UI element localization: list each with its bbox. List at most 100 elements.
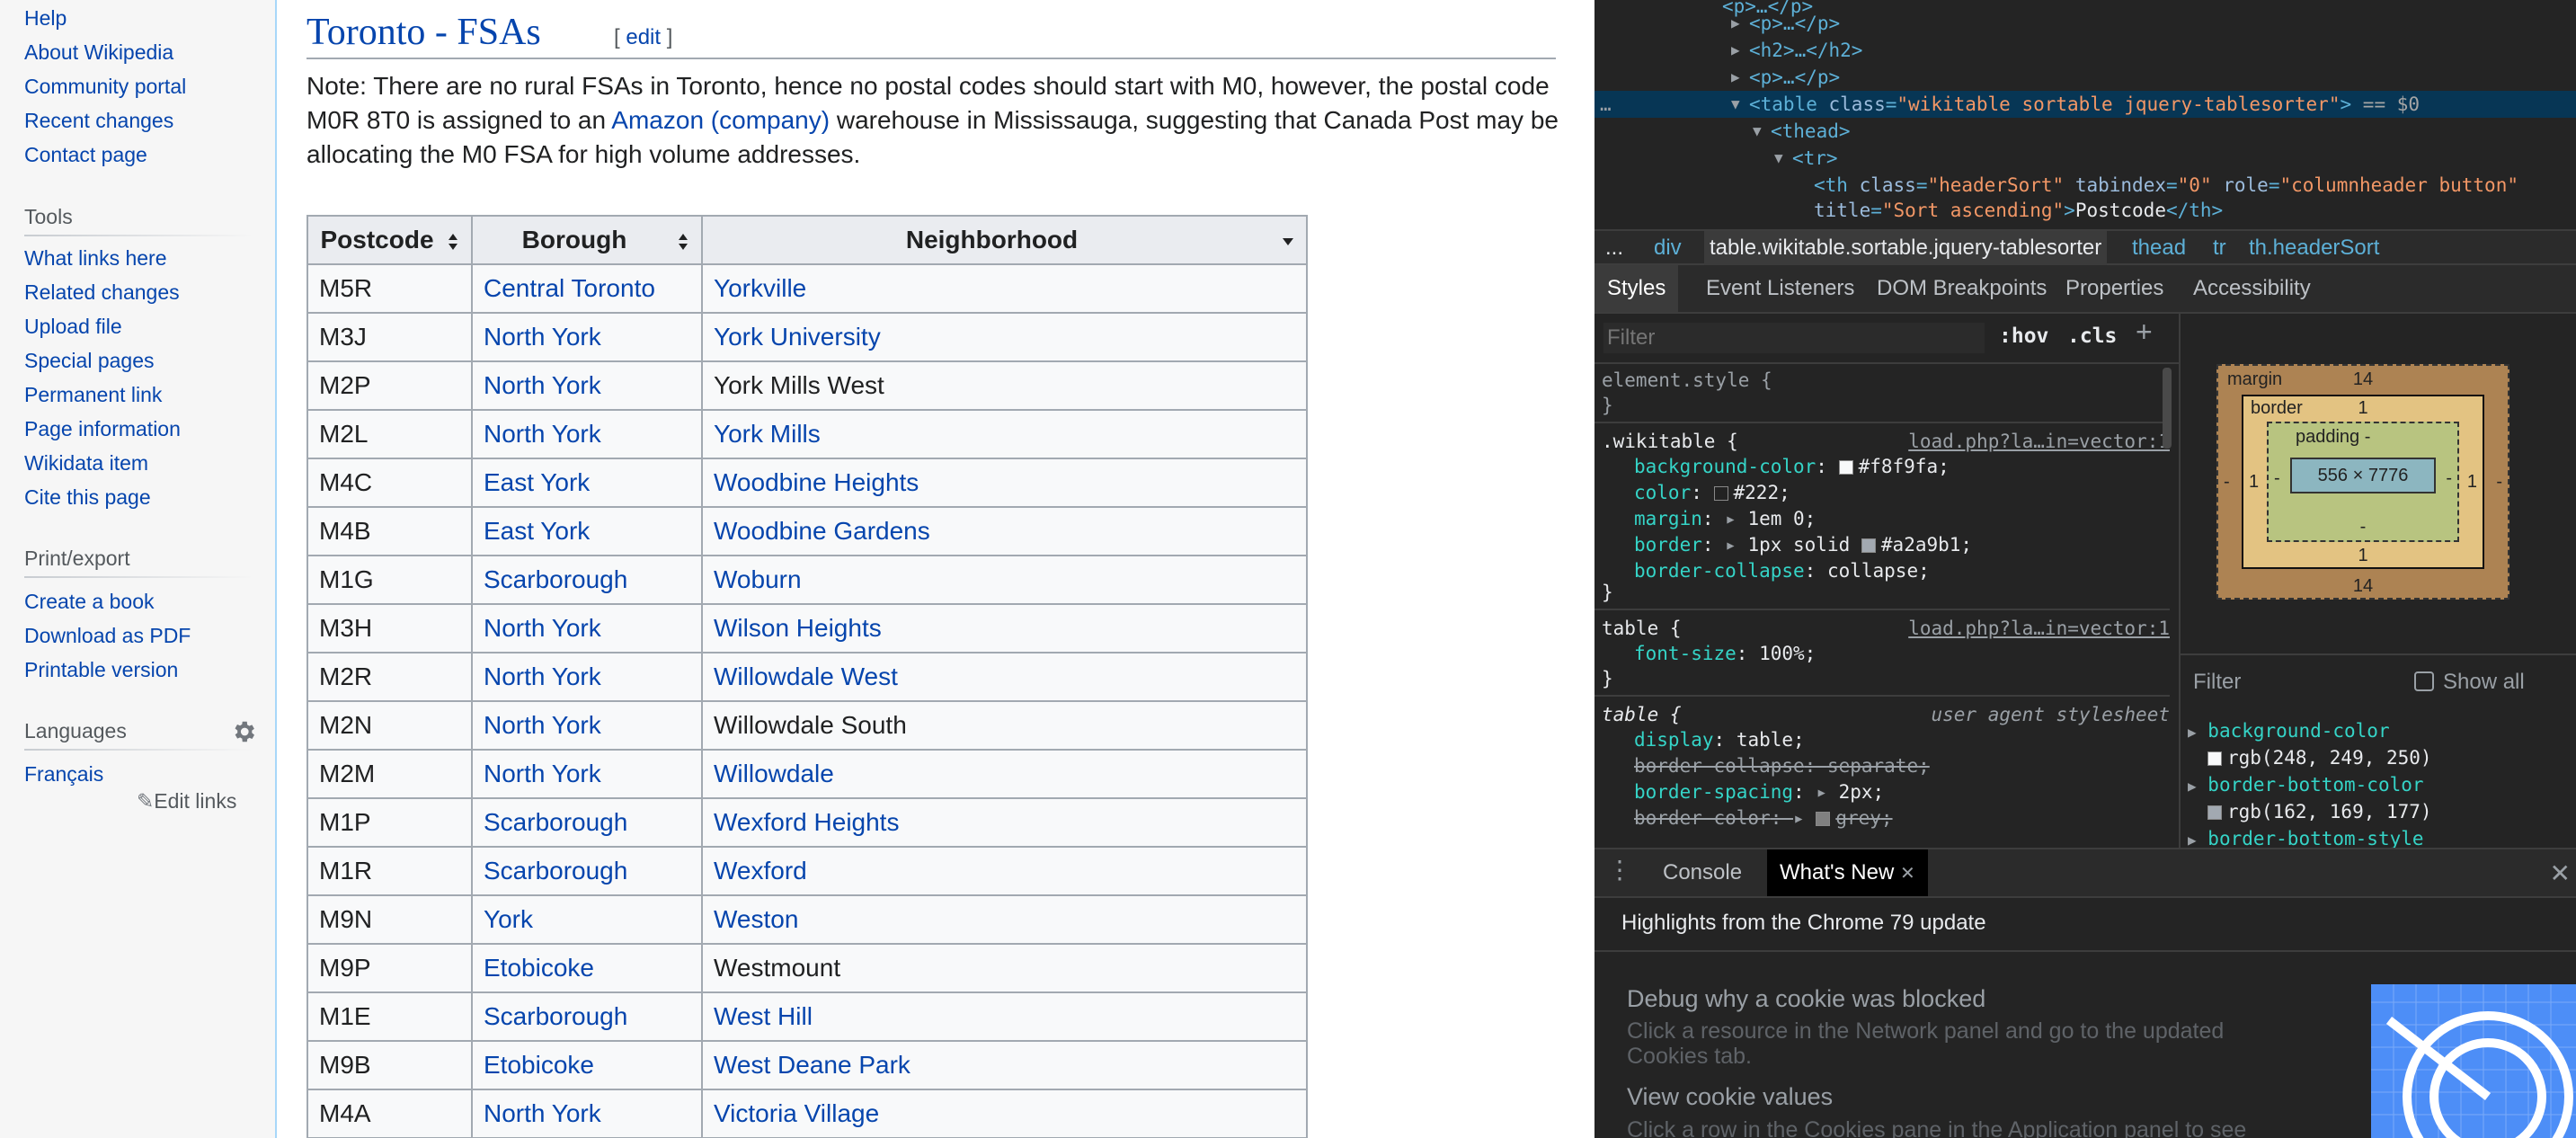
cell-borough-link[interactable]: Central Toronto: [484, 274, 655, 302]
section-edit-link[interactable]: edit: [626, 25, 661, 49]
css-declaration[interactable]: font-size: 100%;: [1634, 641, 1816, 666]
tab-console[interactable]: Console: [1650, 849, 1754, 896]
expand-triangle-icon[interactable]: ▸: [1793, 807, 1816, 829]
tab-event-listeners[interactable]: Event Listeners: [1693, 265, 1867, 312]
dom-node-h2[interactable]: ▶ <h2>…</h2>: [1594, 37, 2576, 64]
cell-borough-link[interactable]: York: [484, 905, 533, 933]
dom-node-thead[interactable]: ▼ <thead>: [1594, 118, 2576, 145]
sidebar-link-recent-changes[interactable]: Recent changes: [24, 109, 173, 133]
tab-dom-breakpoints[interactable]: DOM Breakpoints: [1864, 265, 2059, 312]
css-declaration[interactable]: border-collapse: separate;: [1634, 753, 1930, 778]
cell-borough-link[interactable]: North York: [484, 614, 601, 642]
show-all-checkbox[interactable]: [2414, 671, 2434, 691]
css-declaration[interactable]: border-color: ▸ grey;: [1634, 805, 1893, 831]
breadcrumb-item-thead[interactable]: thead: [2132, 231, 2186, 265]
cell-neighborhood-link[interactable]: Woodbine Gardens: [714, 517, 930, 545]
css-declaration[interactable]: display: table;: [1634, 727, 1805, 752]
sidebar-link-help[interactable]: Help: [24, 6, 67, 31]
css-declaration[interactable]: border-spacing: ▸ 2px;: [1634, 779, 1884, 805]
sidebar-link-related-changes[interactable]: Related changes: [24, 280, 180, 305]
cell-borough-link[interactable]: North York: [484, 1099, 601, 1127]
css-declaration[interactable]: background-color: #f8f9fa;: [1634, 454, 1950, 479]
cell-borough-link[interactable]: North York: [484, 323, 601, 351]
computed-property[interactable]: ▶ background-color rgb(248, 249, 250): [2188, 718, 2565, 769]
css-declaration[interactable]: margin: ▸ 1em 0;: [1634, 506, 1816, 531]
sidebar-link-upload-file[interactable]: Upload file: [24, 315, 122, 339]
styles-scrollbar[interactable]: [2163, 368, 2172, 449]
cell-borough-link[interactable]: Scarborough: [484, 565, 627, 593]
cell-borough-link[interactable]: Scarborough: [484, 857, 627, 885]
column-header-postcode[interactable]: Postcode: [306, 215, 473, 265]
rule-ua-table-selector[interactable]: table {: [1602, 702, 1682, 727]
cell-borough-link[interactable]: East York: [484, 517, 590, 545]
breadcrumb-item-tr[interactable]: tr: [2213, 231, 2226, 265]
expand-triangle-icon[interactable]: ▸: [1816, 781, 1838, 803]
cell-neighborhood-link[interactable]: Wexford Heights: [714, 808, 899, 836]
cell-borough-link[interactable]: Scarborough: [484, 808, 627, 836]
dom-node-tr[interactable]: ▼ <tr>: [1594, 145, 2576, 172]
color-swatch-icon[interactable]: [1861, 538, 1876, 553]
element-style-rule[interactable]: element.style {: [1602, 368, 1772, 393]
color-swatch-icon[interactable]: [1816, 812, 1831, 826]
news-item-title[interactable]: View cookie values: [1627, 1083, 1833, 1111]
rule-wikitable-selector[interactable]: .wikitable {: [1602, 429, 1738, 454]
css-declaration[interactable]: color: #222;: [1634, 480, 1790, 505]
cell-borough-link[interactable]: North York: [484, 662, 601, 690]
styles-filter-input[interactable]: [1603, 323, 1985, 353]
css-declaration[interactable]: border-collapse: collapse;: [1634, 558, 1930, 583]
sidebar-link-wikidata-item[interactable]: Wikidata item: [24, 451, 148, 476]
gear-icon[interactable]: [230, 718, 257, 745]
rule-source-link[interactable]: load.php?la…in=vector:1: [1908, 618, 2170, 639]
dom-node-p[interactable]: ▶ <p>…</p>: [1594, 10, 2576, 37]
dom-node-th[interactable]: <th class="headerSort" tabindex="0" role…: [1594, 172, 2576, 199]
column-header-neighborhood[interactable]: Neighborhood: [701, 215, 1308, 265]
cell-neighborhood-link[interactable]: Weston: [714, 905, 798, 933]
box-margin[interactable]: margin 14 14 - - border 1 1 1 1 padding …: [2216, 364, 2509, 600]
tab-styles[interactable]: Styles: [1594, 265, 1679, 312]
sidebar-link-francais[interactable]: Français: [24, 762, 103, 787]
breadcrumb-item-th[interactable]: th.headerSort: [2249, 231, 2379, 265]
expand-triangle-icon[interactable]: ▶: [2188, 831, 2197, 848]
breadcrumb-item-div[interactable]: div: [1654, 231, 1682, 265]
close-tab-icon[interactable]: ✕: [1900, 864, 1915, 884]
expand-triangle-icon[interactable]: ▸: [1725, 508, 1747, 529]
cell-neighborhood-link[interactable]: Wilson Heights: [714, 614, 882, 642]
cell-neighborhood-link[interactable]: Willowdale: [714, 760, 834, 787]
sidebar-link-printable-version[interactable]: Printable version: [24, 658, 178, 682]
tab-whats-new[interactable]: What's New ✕: [1767, 849, 1928, 896]
cell-borough-link[interactable]: North York: [484, 371, 601, 399]
expand-triangle-icon[interactable]: ▶: [2188, 724, 2197, 741]
sidebar-link-download-pdf[interactable]: Download as PDF: [24, 624, 191, 648]
cell-borough-link[interactable]: North York: [484, 760, 601, 787]
color-swatch-icon[interactable]: [1838, 460, 1853, 475]
breadcrumb-more[interactable]: ...: [1605, 231, 1623, 265]
column-header-borough[interactable]: Borough: [471, 215, 703, 265]
dom-node-p[interactable]: ▶ <p>…</p>: [1594, 64, 2576, 91]
cell-borough-link[interactable]: Scarborough: [484, 1002, 627, 1030]
more-dots-icon[interactable]: …: [1600, 91, 1612, 118]
computed-property[interactable]: ▶ border-bottom-color rgb(162, 169, 177): [2188, 772, 2565, 822]
cell-neighborhood-link[interactable]: Victoria Village: [714, 1099, 879, 1127]
drawer-menu-icon[interactable]: ⋮: [1607, 857, 1632, 884]
sidebar-link-what-links-here[interactable]: What links here: [24, 246, 167, 271]
box-padding[interactable]: padding - - - - 556 × 7776: [2267, 422, 2459, 542]
color-swatch-icon[interactable]: [1713, 486, 1728, 501]
rule-source-link[interactable]: load.php?la…in=vector:1: [1908, 431, 2170, 452]
sidebar-link-special-pages[interactable]: Special pages: [24, 349, 155, 373]
tab-accessibility[interactable]: Accessibility: [2181, 265, 2323, 312]
cell-neighborhood-link[interactable]: York University: [714, 323, 881, 351]
hov-button[interactable]: :hov: [1999, 325, 2048, 348]
cell-neighborhood-link[interactable]: Yorkville: [714, 274, 806, 302]
computed-property[interactable]: ▶ border-bottom-style: [2188, 826, 2565, 848]
cell-neighborhood-link[interactable]: York Mills: [714, 420, 821, 448]
cls-button[interactable]: .cls: [2067, 325, 2117, 348]
computed-filter-input[interactable]: Filter: [2193, 670, 2241, 695]
edit-links-button[interactable]: ✎Edit links: [137, 789, 236, 813]
cell-neighborhood-link[interactable]: Woodbine Heights: [714, 468, 919, 496]
cell-borough-link[interactable]: North York: [484, 711, 601, 739]
cell-borough-link[interactable]: East York: [484, 468, 590, 496]
expand-triangle-icon[interactable]: ▶: [2188, 778, 2197, 795]
new-rule-plus-icon[interactable]: +: [2136, 316, 2153, 349]
rule-table-selector[interactable]: table {: [1602, 616, 1682, 641]
cell-neighborhood-link[interactable]: Woburn: [714, 565, 802, 593]
